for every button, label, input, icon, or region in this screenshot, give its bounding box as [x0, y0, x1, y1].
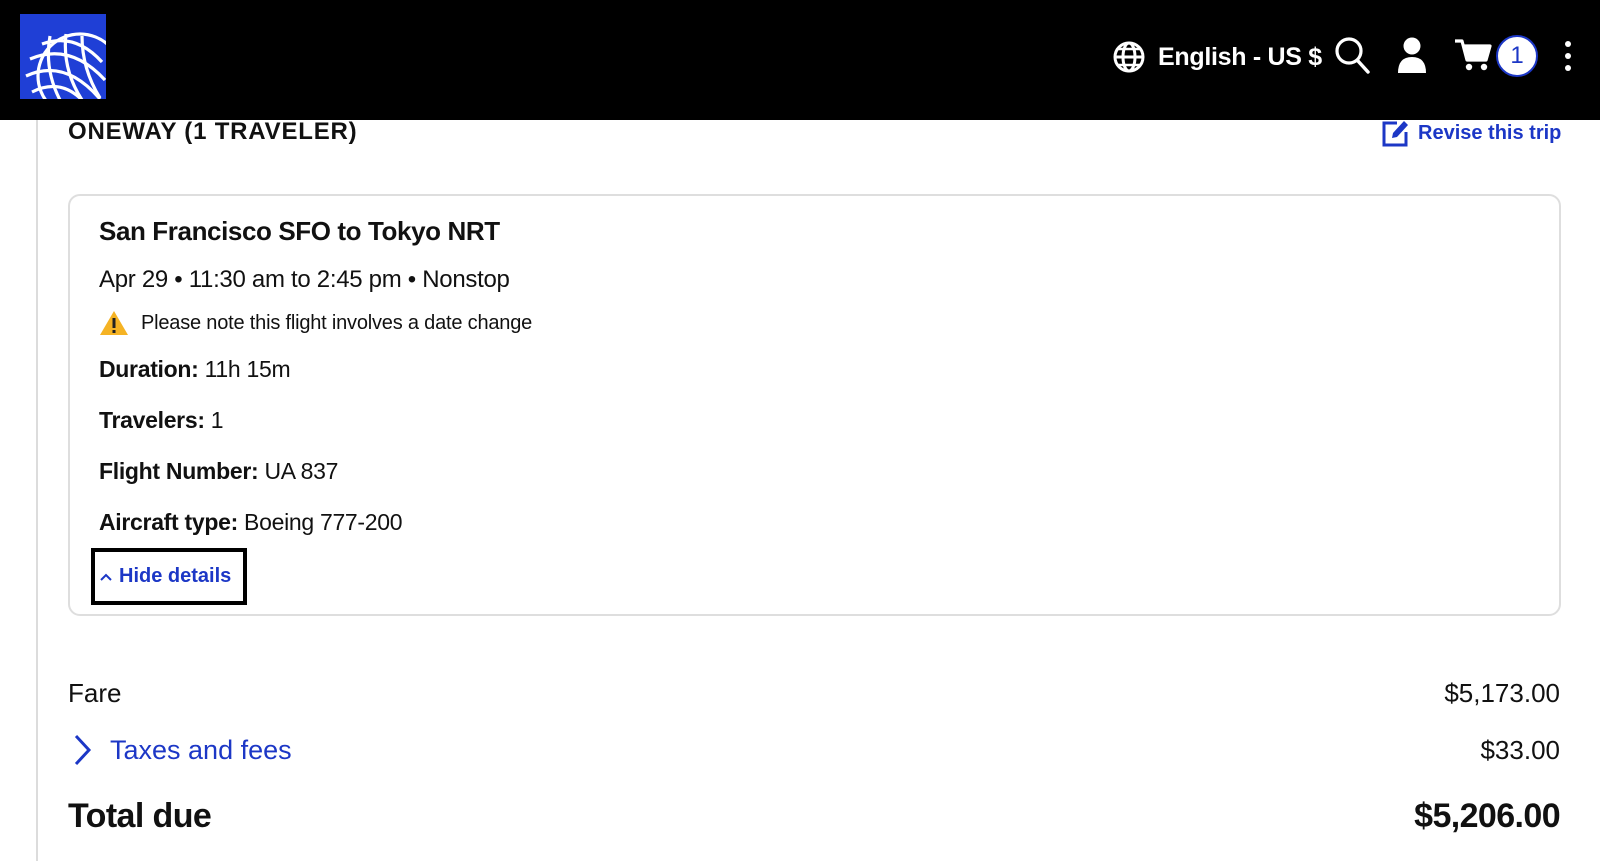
search-icon[interactable]	[1334, 36, 1370, 74]
revise-trip-link[interactable]: Revise this trip	[1380, 118, 1561, 148]
aircraft-label: Aircraft type:	[99, 509, 238, 535]
left-divider	[36, 120, 38, 861]
duration-label: Duration:	[99, 356, 199, 382]
travelers-value: 1	[210, 407, 224, 433]
globe-icon	[1113, 41, 1145, 73]
flight-schedule: Apr 29 • 11:30 am to 2:45 pm • Nonstop	[99, 266, 510, 293]
flight-details-card: San Francisco SFO to Tokyo NRT Apr 29 • …	[68, 194, 1561, 616]
united-globe-logo[interactable]	[20, 14, 106, 99]
chevron-up-icon	[100, 573, 112, 581]
flight-number-row: Flight Number: UA 837	[99, 458, 338, 485]
travelers-row: Travelers: 1	[99, 407, 224, 434]
cart-count-badge[interactable]: 1	[1496, 35, 1538, 77]
flight-route: San Francisco SFO to Tokyo NRT	[99, 216, 500, 246]
warning-text: Please note this flight involves a date …	[141, 311, 533, 334]
warning-icon	[100, 311, 128, 335]
aircraft-value: Boeing 777-200	[244, 509, 403, 535]
language-label: English - US $	[1158, 42, 1322, 71]
duration-value: 11h 15m	[204, 356, 291, 382]
hide-details-button[interactable]: Hide details	[91, 548, 247, 605]
cart-icon[interactable]	[1454, 38, 1492, 72]
fare-value: $5,173.00	[1444, 678, 1560, 708]
revise-trip-label: Revise this trip	[1418, 121, 1562, 144]
flight-number-value: UA 837	[264, 458, 339, 484]
top-header: English - US $ 1	[0, 0, 1600, 120]
trip-heading: ONEWAY (1 TRAVELER)	[68, 118, 358, 145]
flight-number-label: Flight Number:	[99, 458, 259, 484]
hide-details-label: Hide details	[119, 565, 232, 587]
total-due-label: Total due	[68, 797, 212, 835]
taxes-and-fees-label: Taxes and fees	[110, 734, 292, 765]
travelers-label: Travelers:	[99, 407, 205, 433]
fare-label: Fare	[68, 678, 122, 708]
taxes-and-fees-toggle[interactable]: Taxes and fees	[68, 733, 292, 767]
more-vertical-icon[interactable]	[1558, 38, 1572, 74]
chevron-right-icon	[74, 734, 92, 766]
date-change-warning: Please note this flight involves a date …	[99, 310, 532, 336]
taxes-and-fees-value: $33.00	[1480, 735, 1560, 765]
total-due-value: $5,206.00	[1414, 797, 1560, 835]
aircraft-row: Aircraft type: Boeing 777-200	[99, 509, 403, 536]
edit-icon	[1382, 121, 1408, 147]
user-icon[interactable]	[1396, 36, 1428, 74]
language-selector[interactable]: English - US $	[1112, 38, 1322, 76]
duration-row: Duration: 11h 15m	[99, 356, 291, 383]
